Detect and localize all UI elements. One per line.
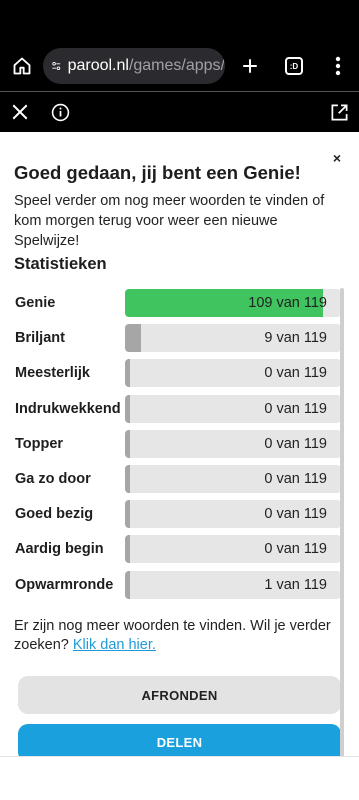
info-icon xyxy=(51,103,69,121)
address-bar[interactable]: parool.nl/games/apps/ xyxy=(43,48,225,84)
stat-value: 1 van 119 xyxy=(264,576,327,593)
tab-count: :D xyxy=(289,61,299,71)
tab-switcher-icon: :D xyxy=(285,57,303,75)
more-words-sentence: Er zijn nog meer woorden te vinden. Wil … xyxy=(14,618,331,653)
bottom-bar xyxy=(0,756,359,800)
stat-label: Indrukwekkend xyxy=(15,400,121,417)
site-settings-icon[interactable] xyxy=(51,57,62,75)
stat-label: Ga zo door xyxy=(15,470,91,487)
stat-row-ga-zo-door: Ga zo door 0 van 119 xyxy=(14,463,344,498)
close-icon xyxy=(12,104,28,120)
progress-bar: 0 van 119 xyxy=(125,359,341,388)
stat-value: 0 van 119 xyxy=(264,400,327,417)
custom-tab-bar xyxy=(0,92,359,132)
scrollbar[interactable] xyxy=(340,288,344,756)
more-words-text: Er zijn nog meer woorden te vinden. Wil … xyxy=(14,617,334,655)
stat-label: Briljant xyxy=(15,330,65,347)
finish-button[interactable]: AFRONDEN xyxy=(18,676,341,714)
open-in-browser-button[interactable] xyxy=(319,92,359,132)
stat-row-indrukwekkend: Indrukwekkend 0 van 119 xyxy=(14,393,344,428)
info-button[interactable] xyxy=(40,92,80,132)
close-tab-button[interactable] xyxy=(0,92,40,132)
progress-bar: 1 van 119 xyxy=(125,570,341,599)
progress-bar: 0 van 119 xyxy=(125,500,341,529)
progress-fill xyxy=(125,500,130,529)
stat-row-aardig-begin: Aardig begin 0 van 119 xyxy=(14,533,344,568)
open-external-icon xyxy=(331,104,347,120)
progress-fill xyxy=(125,394,130,423)
progress-fill xyxy=(125,535,130,564)
progress-bar: 0 van 119 xyxy=(125,429,341,458)
stat-row-briljant: Briljant 9 van 119 xyxy=(14,322,344,357)
home-icon xyxy=(13,57,31,75)
stat-row-genie: Genie 109 van 119 xyxy=(14,287,344,322)
results-dialog: × Goed gedaan, jij bent een Genie! Speel… xyxy=(0,132,359,756)
url-host: parool.nl xyxy=(67,57,129,74)
stat-value: 9 van 119 xyxy=(264,330,327,347)
progress-fill xyxy=(125,324,142,353)
progress-fill xyxy=(125,359,130,388)
stat-label: Opwarmronde xyxy=(15,576,114,593)
progress-fill xyxy=(125,570,130,599)
url-path: /games/apps/ xyxy=(128,57,225,74)
dialog-close-button[interactable]: × xyxy=(333,150,341,166)
progress-bar: 0 van 119 xyxy=(125,535,341,564)
more-words-link[interactable]: Klik dan hier. xyxy=(73,637,156,653)
share-button[interactable]: DELEN xyxy=(18,724,341,756)
stat-value: 0 van 119 xyxy=(264,470,327,487)
stat-value: 0 van 119 xyxy=(264,506,327,523)
stat-value: 0 van 119 xyxy=(264,365,327,382)
plus-icon xyxy=(243,59,257,73)
stat-row-meesterlijk: Meesterlijk 0 van 119 xyxy=(14,357,344,392)
stat-row-opwarmronde: Opwarmronde 1 van 119 xyxy=(14,569,344,604)
progress-bar: 9 van 119 xyxy=(125,324,341,353)
stat-label: Meesterlijk xyxy=(15,365,90,382)
stats-heading: Statistieken xyxy=(14,255,107,273)
stat-label: Genie xyxy=(15,295,56,311)
progress-bar: 0 van 119 xyxy=(125,464,341,493)
tab-switcher-button[interactable]: :D xyxy=(272,44,316,88)
stat-label: Topper xyxy=(15,435,64,452)
stat-value: 0 van 119 xyxy=(264,541,327,558)
stats-list: Genie 109 van 119 Briljant 9 van 119 Mee… xyxy=(14,287,344,604)
stat-value: 109 van 119 xyxy=(248,295,327,311)
status-bar xyxy=(0,0,359,40)
stat-value: 0 van 119 xyxy=(264,435,327,452)
stat-label: Goed bezig xyxy=(15,506,94,523)
overflow-menu-button[interactable] xyxy=(316,44,359,88)
new-tab-button[interactable] xyxy=(228,44,272,88)
stat-row-topper: Topper 0 van 119 xyxy=(14,428,344,463)
dialog-title: Goed gedaan, jij bent een Genie! xyxy=(14,162,301,183)
more-vert-icon xyxy=(335,56,341,76)
dialog-description: Speel verder om nog meer woorden te vind… xyxy=(14,193,325,249)
progress-bar: 0 van 119 xyxy=(125,394,341,423)
progress-bar: 109 van 119 xyxy=(125,289,341,317)
stat-label: Aardig begin xyxy=(15,541,104,558)
progress-fill xyxy=(125,429,130,458)
stat-row-goed-bezig: Goed bezig 0 van 119 xyxy=(14,498,344,533)
home-button[interactable] xyxy=(0,44,44,88)
progress-fill xyxy=(125,464,130,493)
